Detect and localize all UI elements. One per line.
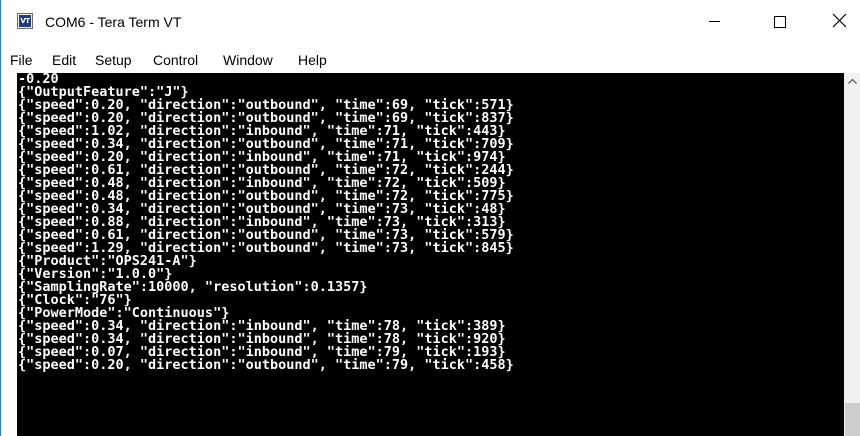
vertical-scrollbar[interactable] <box>844 73 860 436</box>
close-button[interactable] <box>815 0 860 44</box>
maximize-button[interactable] <box>757 0 803 44</box>
title-bar[interactable]: VT COM6 - Tera Term VT <box>1 0 860 44</box>
minimize-button[interactable] <box>691 0 737 44</box>
menu-control[interactable]: Control <box>153 52 198 68</box>
close-icon <box>832 13 847 28</box>
terminal-line: {"speed":0.20, "direction":"outbound", "… <box>18 357 514 373</box>
teraterm-vt-icon[interactable]: VT <box>17 13 33 29</box>
menu-window[interactable]: Window <box>223 52 273 68</box>
minimize-icon <box>709 21 720 22</box>
menu-help[interactable]: Help <box>298 52 327 68</box>
scrollbar-thumb[interactable] <box>845 403 860 436</box>
chevron-up-icon[interactable] <box>844 73 860 90</box>
menu-bar: File Edit Setup Control Window Help <box>1 44 860 73</box>
menu-setup[interactable]: Setup <box>95 52 132 68</box>
menu-file[interactable]: File <box>10 52 33 68</box>
window-title: COM6 - Tera Term VT <box>45 14 182 30</box>
maximize-icon <box>774 16 786 28</box>
terminal-output[interactable]: -0.20 {"OutputFeature":"J"} {"speed":0.2… <box>17 73 844 436</box>
teraterm-window: VT COM6 - Tera Term VT File Edit Setup C… <box>0 0 860 436</box>
app-icon-label: VT <box>19 15 31 27</box>
menu-edit[interactable]: Edit <box>52 52 76 68</box>
